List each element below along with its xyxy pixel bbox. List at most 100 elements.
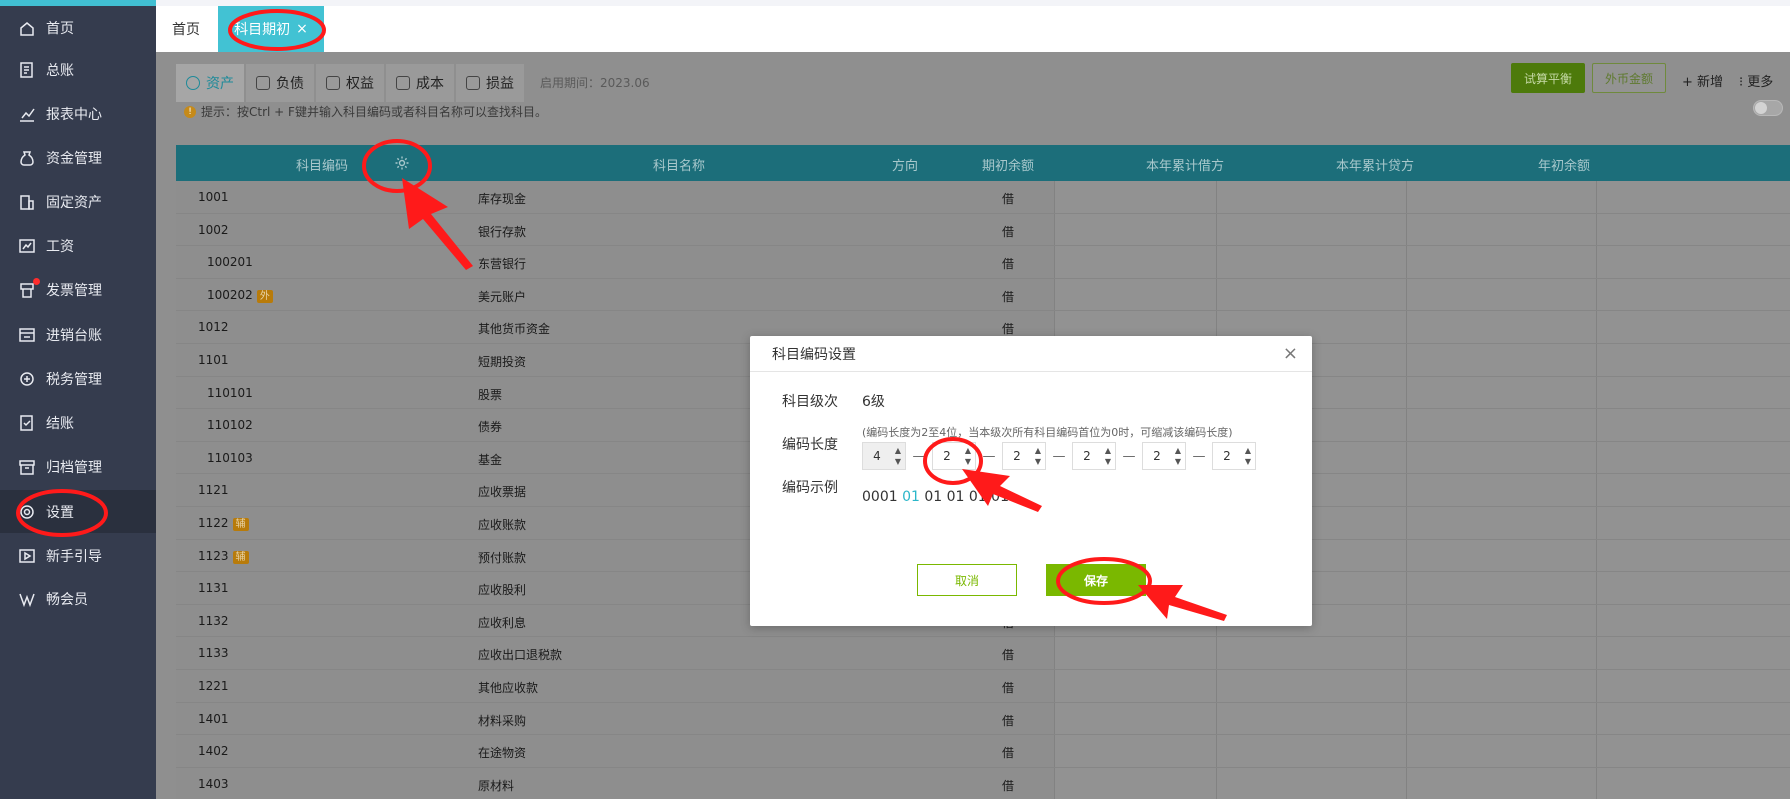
amount-cells[interactable]: [1054, 246, 1790, 278]
row-name: 应收账款: [478, 517, 527, 532]
code-settings-gear-icon[interactable]: [394, 155, 410, 171]
amount-cells[interactable]: [1054, 735, 1790, 767]
table-row[interactable]: 100202 外 美元账户 借: [176, 278, 1790, 312]
sidebar-item-11[interactable]: 设置: [0, 490, 156, 533]
stepper-up-icon[interactable]: ▲: [1245, 445, 1251, 456]
row-code: 1123 辅: [198, 549, 249, 564]
category-tab-icon: [326, 76, 340, 90]
stepper-value[interactable]: 2: [1143, 449, 1171, 463]
stepper-value[interactable]: 2: [1073, 449, 1101, 463]
add-button[interactable]: + 新增: [1682, 71, 1723, 90]
example-label: 编码示例: [782, 480, 838, 496]
amount-cells[interactable]: [1054, 278, 1790, 311]
length-stepper-6[interactable]: 2 ▲ ▼: [1212, 442, 1256, 470]
category-tab-4[interactable]: 损益: [456, 64, 524, 102]
table-row[interactable]: 1402 在途物资 借: [176, 735, 1790, 768]
row-direction: 借: [1002, 289, 1015, 304]
level-label: 科目级次: [782, 394, 838, 410]
table-row[interactable]: 1221 其他应收款 借: [176, 669, 1790, 703]
length-stepper-2[interactable]: 2 ▲ ▼: [932, 442, 976, 470]
example-highlight: 01: [902, 489, 920, 505]
stepper-value[interactable]: 2: [1213, 449, 1241, 463]
length-stepper-5[interactable]: 2 ▲ ▼: [1142, 442, 1186, 470]
row-code: 100201: [207, 255, 253, 270]
category-tab-0[interactable]: 资产: [176, 64, 244, 102]
sidebar-item-9[interactable]: 结账: [0, 401, 156, 444]
foreign-amount-button[interactable]: 外币金额: [1592, 63, 1666, 93]
sidebar-item-0[interactable]: 首页: [0, 6, 156, 49]
row-name: 基金: [478, 452, 503, 467]
category-tab-icon: [186, 76, 200, 90]
stepper-down-icon[interactable]: ▼: [1245, 456, 1251, 467]
amount-cells[interactable]: [1054, 767, 1790, 799]
sidebar-item-8[interactable]: 税务管理: [0, 357, 156, 400]
category-tab-icon: [396, 76, 410, 90]
table-row[interactable]: 1403 原材料 借: [176, 767, 1790, 799]
row-code: 1402: [198, 744, 229, 759]
stepper-up-icon[interactable]: ▲: [1035, 445, 1041, 456]
table-row[interactable]: 100201 东营银行 借: [176, 246, 1790, 279]
length-stepper-1[interactable]: 4 ▲ ▼: [862, 442, 906, 470]
amount-cells[interactable]: [1054, 702, 1790, 735]
sidebar-item-label: 结账: [46, 415, 74, 432]
sidebar-item-12[interactable]: 新手引导: [0, 534, 156, 577]
length-stepper-3[interactable]: 2 ▲ ▼: [1002, 442, 1046, 470]
row-name: 美元账户: [478, 289, 527, 304]
sidebar-item-3[interactable]: 资金管理: [0, 136, 156, 179]
sidebar-item-7[interactable]: 进销台账: [0, 313, 156, 356]
row-direction: 借: [1002, 192, 1015, 206]
sidebar-item-4[interactable]: 固定资产: [0, 180, 156, 223]
stepper-up-icon[interactable]: ▲: [1175, 445, 1181, 456]
tab-close-icon[interactable]: ×: [296, 21, 308, 37]
row-code: 110102: [207, 418, 253, 433]
trial-balance-button[interactable]: 试算平衡: [1511, 63, 1585, 93]
tab-home[interactable]: 首页: [172, 19, 200, 39]
amount-cells[interactable]: [1054, 213, 1790, 246]
category-tab-2[interactable]: 权益: [316, 64, 384, 102]
more-button[interactable]: ⁝ 更多: [1739, 71, 1773, 90]
amount-cells[interactable]: [1054, 669, 1790, 702]
row-name: 其他应收款: [478, 680, 539, 695]
sidebar-item-10[interactable]: 归档管理: [0, 445, 156, 488]
level-value: 6级: [862, 394, 885, 410]
sidebar-item-13[interactable]: 畅会员: [0, 577, 156, 620]
stepper-value[interactable]: 2: [1003, 449, 1031, 463]
category-tab-1[interactable]: 负债: [246, 64, 314, 102]
stepper-down-icon[interactable]: ▼: [1035, 456, 1041, 467]
length-stepper-4[interactable]: 2 ▲ ▼: [1072, 442, 1116, 470]
dialog-close-icon[interactable]: ×: [1283, 343, 1298, 364]
tab-opening-balance[interactable]: 科目期初 ×: [218, 6, 324, 52]
category-tab-3[interactable]: 成本: [386, 64, 454, 102]
display-toggle[interactable]: [1753, 100, 1783, 116]
stepper-value[interactable]: 4: [863, 449, 891, 463]
length-steppers: 4 ▲ ▼ —2 ▲ ▼ —2 ▲ ▼ —2 ▲ ▼ —2 ▲ ▼ —2 ▲ ▼: [862, 442, 1256, 470]
length-label: 编码长度: [782, 437, 838, 453]
table-row[interactable]: 1002 银行存款 借: [176, 213, 1790, 247]
stepper-up-icon[interactable]: ▲: [895, 445, 901, 456]
archive-icon: [18, 458, 36, 476]
stepper-up-icon[interactable]: ▲: [965, 445, 971, 456]
category-tab-label: 资产: [206, 76, 234, 92]
sidebar-item-label: 发票管理: [46, 282, 102, 299]
sidebar-item-6[interactable]: 发票管理: [0, 268, 156, 311]
cancel-button[interactable]: 取消: [917, 564, 1017, 596]
header-ytd-debit: 本年累计借方: [1146, 159, 1225, 174]
save-button[interactable]: 保存: [1046, 564, 1146, 596]
sidebar-item-2[interactable]: 报表中心: [0, 92, 156, 135]
row-code: 1002: [198, 222, 229, 237]
table-row[interactable]: 1001 库存现金 借: [176, 181, 1790, 214]
row-name: 其他货币资金: [478, 322, 551, 337]
amount-cells[interactable]: [1054, 637, 1790, 669]
stepper-down-icon[interactable]: ▼: [895, 456, 901, 467]
stepper-down-icon[interactable]: ▼: [965, 456, 971, 467]
stepper-down-icon[interactable]: ▼: [1175, 456, 1181, 467]
stepper-up-icon[interactable]: ▲: [1105, 445, 1111, 456]
stepper-value[interactable]: 2: [933, 449, 961, 463]
sidebar-item-1[interactable]: 总账: [0, 48, 156, 91]
table-row[interactable]: 1401 材料采购 借: [176, 702, 1790, 736]
sidebar-item-5[interactable]: 工资: [0, 224, 156, 267]
category-tab-icon: [466, 76, 480, 90]
stepper-down-icon[interactable]: ▼: [1105, 456, 1111, 467]
table-row[interactable]: 1133 应收出口退税款 借: [176, 637, 1790, 670]
amount-cells[interactable]: [1054, 181, 1790, 213]
